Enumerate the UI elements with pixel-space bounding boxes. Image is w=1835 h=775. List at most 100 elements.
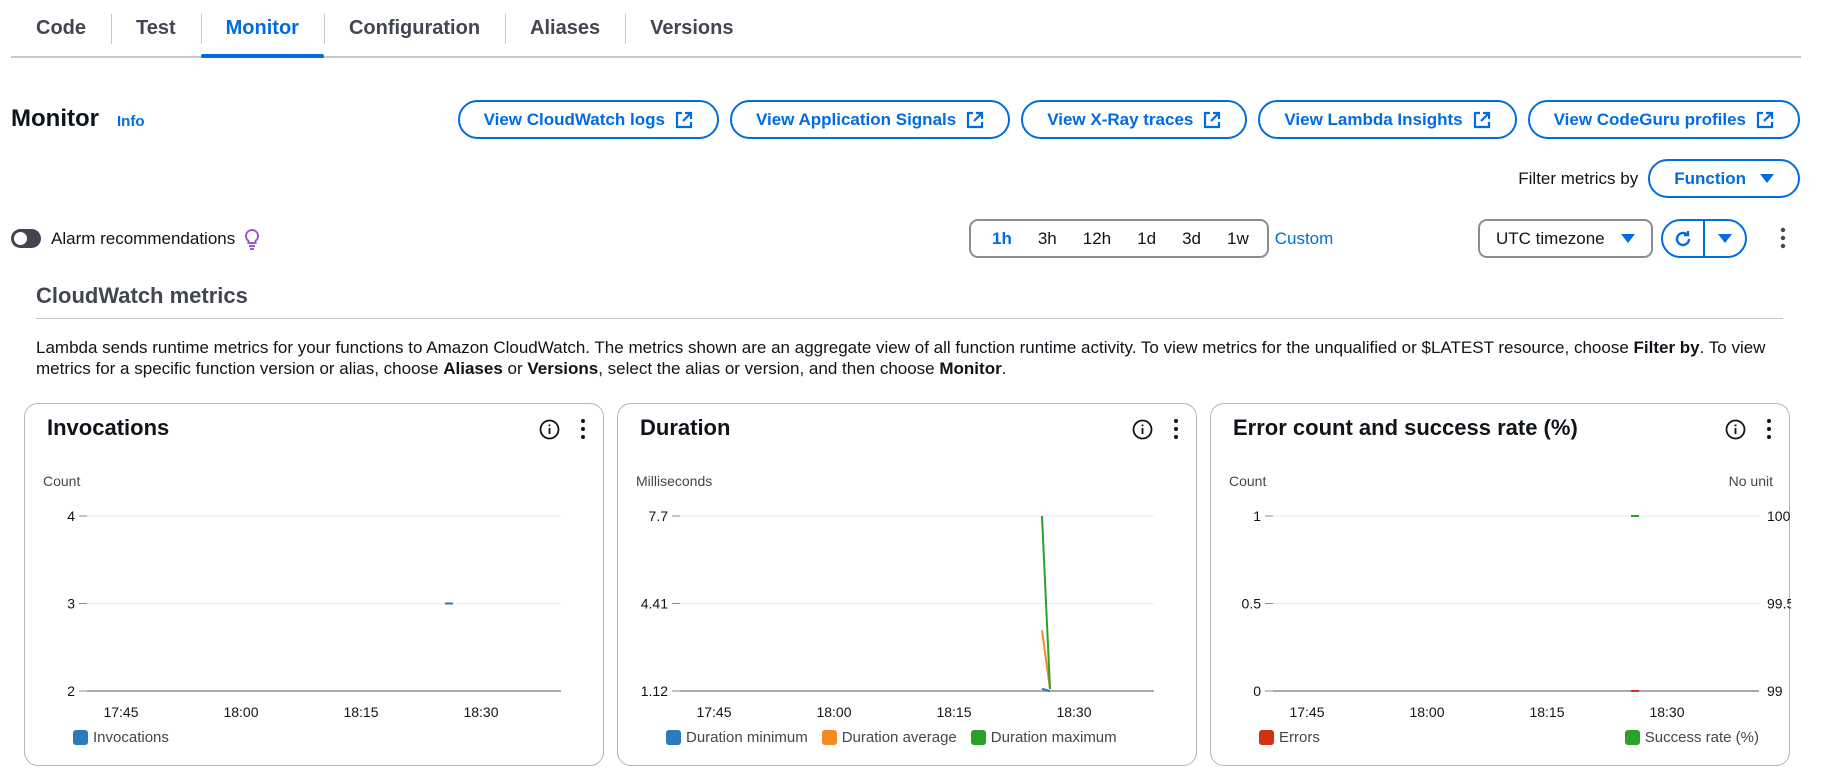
desc-text-5: . (1001, 359, 1007, 378)
range-12h[interactable]: 12h (1070, 221, 1124, 256)
view-cloudwatch-logs-button[interactable]: View CloudWatch logs (457, 100, 719, 139)
filter-metrics-label: Filter metrics by (1518, 168, 1639, 188)
x-tick-label: 18:00 (223, 704, 258, 720)
refresh-icon (1675, 230, 1691, 246)
legend-item[interactable]: Duration average (821, 729, 957, 746)
legend-item[interactable]: Duration minimum (666, 729, 808, 746)
view-application-signals-button[interactable]: View Application Signals (729, 100, 1011, 139)
more-options-icon[interactable] (1776, 226, 1790, 250)
y-axis-label: Count (43, 473, 80, 489)
legend-label: Duration maximum (990, 729, 1117, 746)
x-tick-label: 18:30 (1649, 704, 1684, 720)
legend-label: Invocations (93, 729, 169, 746)
refresh-button[interactable] (1663, 221, 1703, 256)
info-link[interactable]: Info (117, 113, 145, 130)
desc-bold-monitor: Monitor (939, 359, 1002, 378)
external-link-icon (967, 111, 984, 128)
refresh-button-group (1661, 219, 1747, 258)
timezone-select[interactable]: UTC timezone (1478, 219, 1653, 258)
external-link-icon (1204, 111, 1221, 128)
card-title: Error count and success rate (%) (1233, 415, 1578, 440)
range-custom[interactable]: Custom (1262, 221, 1340, 256)
caret-down-icon (1760, 174, 1774, 183)
caret-down-icon (1718, 234, 1732, 243)
invocations-card: Invocations Count 4 3 2 17:45 18:00 18:15 18:30… (24, 403, 604, 766)
range-1w[interactable]: 1w (1214, 221, 1262, 256)
card-title: Duration (640, 415, 731, 440)
y-axis-label: Count (1229, 473, 1266, 489)
tab-bar: Code Test Monitor Configuration Aliases … (11, 0, 1801, 58)
filter-metrics-dropdown[interactable]: Function (1648, 159, 1800, 198)
external-link-icon (1473, 111, 1490, 128)
tab-monitor[interactable]: Monitor (200, 0, 325, 58)
section-title: CloudWatch metrics (36, 283, 248, 308)
y-tick-label: 7.7 (649, 508, 669, 524)
refresh-options-button[interactable] (1703, 221, 1745, 256)
filter-metrics-row: Filter metrics by Function (1518, 159, 1800, 198)
legend-label: Duration average (841, 729, 957, 746)
legend-item[interactable]: Duration maximum (970, 729, 1117, 746)
range-3d[interactable]: 3d (1169, 221, 1214, 256)
tab-test[interactable]: Test (111, 0, 201, 56)
alarm-recommendations-toggle[interactable] (11, 229, 41, 248)
section-description: Lambda sends runtime metrics for your fu… (36, 337, 1796, 379)
legend-label: Errors (1279, 729, 1320, 746)
view-application-signals-label: View Application Signals (755, 109, 957, 129)
legend-label: Duration minimum (686, 729, 808, 746)
error-count-chart: Count No unit 1 0.5 0 100 99.5 99 17:45 18:00 18:1… (1229, 473, 1791, 720)
view-codeguru-profiles-button[interactable]: View CodeGuru profiles (1527, 100, 1800, 139)
card-more-icon[interactable] (578, 418, 588, 440)
tab-configuration[interactable]: Configuration (323, 0, 505, 56)
tab-aliases[interactable]: Aliases (505, 0, 625, 56)
desc-text-4: , select the alias or version, and then … (598, 359, 940, 378)
legend-swatch (666, 730, 681, 745)
y-tick-label: 1.12 (641, 683, 668, 699)
tab-code[interactable]: Code (11, 0, 111, 56)
legend-item[interactable]: Errors (1259, 729, 1320, 746)
y-tick-label: 4.41 (641, 596, 668, 612)
card-more-icon[interactable] (1764, 418, 1774, 440)
x-tick-label: 18:30 (1056, 704, 1091, 720)
legend-label: Success rate (%) (1644, 729, 1759, 746)
y-tick-label: 0 (1253, 683, 1261, 699)
view-cloudwatch-logs-label: View CloudWatch logs (483, 109, 665, 129)
legend-item[interactable]: Invocations (73, 729, 169, 746)
view-codeguru-profiles-label: View CodeGuru profiles (1553, 109, 1746, 129)
y-tick-label: 4 (67, 508, 75, 524)
lightbulb-icon[interactable] (244, 228, 260, 250)
x-tick-label: 18:15 (343, 704, 378, 720)
invocations-chart: Count 4 3 2 17:45 18:00 18:15 18:30 (43, 473, 561, 720)
range-1h[interactable]: 1h (979, 221, 1025, 256)
filter-metrics-value: Function (1674, 168, 1746, 188)
page-title: Monitor (11, 105, 99, 132)
desc-text-3: or (502, 359, 528, 378)
info-icon[interactable] (539, 419, 560, 440)
external-links-group: View CloudWatch logs View Application Si… (457, 100, 1800, 139)
y-tick-label: 3 (67, 596, 75, 612)
view-lambda-insights-button[interactable]: View Lambda Insights (1258, 100, 1517, 139)
section-divider (36, 318, 1783, 319)
legend-swatch (821, 730, 837, 745)
timezone-value: UTC timezone (1496, 228, 1605, 248)
desc-bold-aliases: Aliases (443, 359, 503, 378)
desc-bold-filter-by: Filter by (1633, 338, 1700, 357)
range-3h[interactable]: 3h (1025, 221, 1070, 256)
chart-legend: Duration minimum Duration average Durati… (666, 729, 1117, 746)
info-icon[interactable] (1725, 419, 1746, 440)
view-xray-traces-button[interactable]: View X-Ray traces (1021, 100, 1248, 139)
duration-chart: Milliseconds 7.7 4.41 1.12 17:45 18:00 18:15 18… (636, 473, 1154, 720)
card-more-icon[interactable] (1171, 418, 1181, 440)
tab-versions[interactable]: Versions (625, 0, 758, 56)
caret-down-icon (1621, 234, 1635, 243)
info-icon[interactable] (1132, 419, 1153, 440)
legend-item[interactable]: Success rate (%) (1624, 729, 1759, 746)
range-1d[interactable]: 1d (1124, 221, 1169, 256)
y2-tick-label: 99.5 (1767, 596, 1791, 612)
external-link-icon (1756, 111, 1774, 128)
card-title: Invocations (47, 415, 170, 440)
legend-swatch (1624, 730, 1640, 745)
duration-card: Duration Milliseconds 7.7 4.41 1.12 17:45 18:… (617, 403, 1197, 766)
x-tick-label: 18:15 (1529, 704, 1564, 720)
x-tick-label: 17:45 (696, 704, 731, 720)
x-tick-label: 18:00 (1409, 704, 1444, 720)
